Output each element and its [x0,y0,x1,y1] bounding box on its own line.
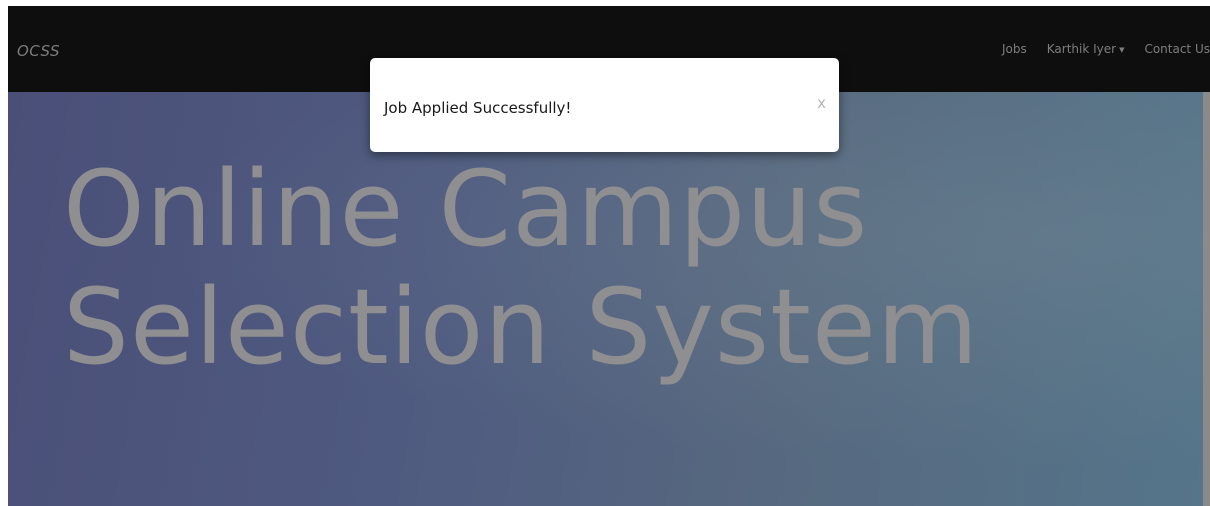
brand-link[interactable]: OCSS [17,42,60,60]
page-frame: OCSS Jobs Karthik Iyer ▼ Contact Us Onlin… [8,6,1210,506]
hero-title: Online Campus Selection System [63,148,980,388]
nav-user-dropdown[interactable]: Karthik Iyer ▼ [1047,42,1125,56]
nav-user-label: Karthik Iyer [1046,42,1117,56]
scrollbar[interactable] [1203,92,1210,506]
nav-links: Jobs Karthik Iyer ▼ Contact Us [982,42,1210,56]
hero-section: Online Campus Selection System [8,92,1203,506]
caret-down-icon: ▼ [1119,45,1125,54]
nav-link-contact[interactable]: Contact Us [1144,42,1210,56]
success-modal: Job Applied Successfully! x [370,58,839,152]
nav-link-jobs[interactable]: Jobs [1002,42,1027,56]
modal-message: Job Applied Successfully! [384,99,572,117]
close-icon[interactable]: x [817,94,826,112]
